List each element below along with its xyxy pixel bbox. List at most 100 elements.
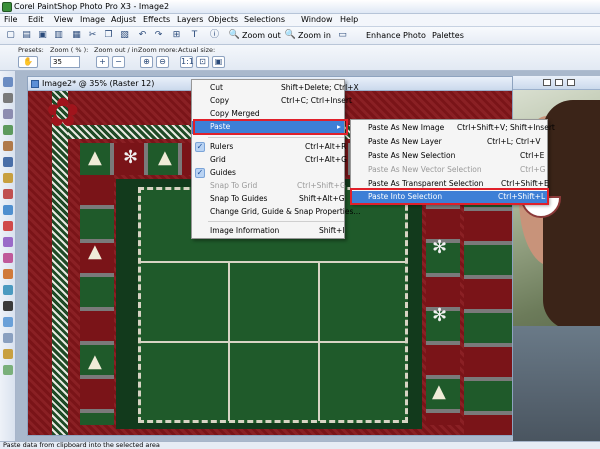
clone-tool-icon[interactable] — [3, 205, 13, 215]
zoom-in-small-icon[interactable]: + — [96, 56, 109, 68]
tools-toolbar — [0, 71, 16, 441]
status-text: Paste data from clipboard into the selec… — [3, 441, 160, 449]
makeover-tool-icon[interactable] — [3, 189, 13, 199]
pan-tool-icon[interactable] — [3, 77, 13, 87]
maximize-icon[interactable] — [555, 79, 563, 86]
panel-divider-v1 — [228, 261, 230, 421]
menu-window[interactable]: Window — [301, 15, 333, 24]
standard-toolbar: ▢ ▤ ▣ ▥ ▦ ✂ ❐ ▧ ↶ ↷ ⊞ T ⓘ 🔍 Zoom out 🔍 Z… — [0, 27, 600, 45]
ribbon-bow-icon: ✿ — [46, 91, 80, 136]
zoom-out-icon[interactable]: 🔍 — [228, 29, 241, 42]
zoom-percent-label: Zoom ( % ): — [50, 46, 89, 54]
left-tile-column — [80, 175, 114, 425]
shape-tool-icon[interactable] — [3, 317, 13, 327]
selection-tool-icon[interactable] — [3, 109, 13, 119]
actual-size-button[interactable]: 1:1 — [180, 56, 194, 68]
print-icon[interactable]: ▦ — [70, 29, 83, 42]
tool-options-bar: Presets: ✋ Zoom ( % ): 35 Zoom out / in:… — [0, 45, 600, 71]
lighten-darken-tool-icon[interactable] — [3, 237, 13, 247]
copy-icon[interactable]: ❐ — [102, 29, 115, 42]
status-bar: Paste data from clipboard into the selec… — [0, 441, 600, 449]
menu-item-rulers[interactable]: ✓ Rulers Ctrl+Alt+R — [192, 141, 346, 154]
submenu-item-paste-as-new-layer[interactable]: Paste As New Layer Ctrl+L; Ctrl+V — [351, 136, 547, 149]
menu-item-copy[interactable]: Copy Ctrl+C; Ctrl+Insert — [192, 95, 352, 108]
crop-tool-icon[interactable] — [3, 141, 13, 151]
presets-dropdown[interactable]: ✋ — [18, 56, 38, 68]
zoom-more-in-icon[interactable]: ⊕ — [140, 56, 153, 68]
panel-divider-h1 — [140, 261, 406, 263]
zoom-out-label[interactable]: Zoom out — [242, 31, 281, 40]
menu-image[interactable]: Image — [80, 15, 105, 24]
flood-fill-tool-icon[interactable] — [3, 285, 13, 295]
zoom-out-small-icon[interactable]: − — [112, 56, 125, 68]
zoom-inout-label: Zoom out / in: — [94, 46, 140, 54]
photo-scarf — [513, 326, 600, 441]
submenu-item-paste-as-new-image[interactable]: Paste As New Image Ctrl+Shift+V; Shift+I… — [351, 122, 555, 135]
document-icon — [31, 80, 39, 88]
menu-layers[interactable]: Layers — [177, 15, 203, 24]
menu-item-snap-to-guides[interactable]: Snap To Guides Shift+Alt+G — [192, 193, 345, 206]
minimize-icon[interactable] — [543, 79, 551, 86]
undo-icon[interactable]: ↶ — [136, 29, 149, 42]
tree-icon: ▲ — [432, 381, 446, 402]
tree-icon: ▲ — [88, 351, 102, 372]
redo-icon[interactable]: ↷ — [152, 29, 165, 42]
snowflake-icon: ✻ — [432, 305, 448, 326]
save-icon[interactable]: ▣ — [36, 29, 49, 42]
pick-tool-icon[interactable] — [3, 93, 13, 103]
submenu-item-paste-as-new-vector-selection: Paste As New Vector Selection Ctrl+G — [368, 165, 546, 174]
eraser-tool-icon[interactable] — [3, 253, 13, 263]
menu-item-cut[interactable]: Cut Shift+Delete; Ctrl+X — [192, 82, 359, 95]
context-menu: Cut Shift+Delete; Ctrl+X Copy Ctrl+C; Ct… — [191, 79, 361, 239]
art-media-tool-icon[interactable] — [3, 365, 13, 375]
enhance-photo-button[interactable]: Enhance Photo — [366, 31, 426, 40]
new-icon[interactable]: ▢ — [4, 29, 17, 42]
dropper-tool-icon[interactable] — [3, 125, 13, 135]
paste-into-selection-callout-box — [350, 188, 549, 205]
picture-tube-tool-icon[interactable] — [3, 269, 13, 279]
menu-view[interactable]: View — [54, 15, 73, 24]
red-eye-tool-icon[interactable] — [3, 173, 13, 183]
title-bar: Corel PaintShop Photo Pro X3 - Image2 — [0, 0, 600, 14]
text-icon[interactable]: T — [188, 29, 201, 42]
zoom-in-label[interactable]: Zoom in — [298, 31, 331, 40]
menu-file[interactable]: File — [4, 15, 17, 24]
brush-tool-icon[interactable] — [3, 221, 13, 231]
text-tool-icon[interactable] — [3, 301, 13, 311]
tree-icon: ▲ — [158, 147, 172, 168]
menu-selections[interactable]: Selections — [244, 15, 285, 24]
tree-icon: ▲ — [88, 241, 102, 262]
crop-icon[interactable]: ⊞ — [170, 29, 183, 42]
open-icon[interactable]: ▤ — [20, 29, 33, 42]
second-image-titlebar — [513, 76, 600, 90]
scan-icon[interactable]: ▥ — [52, 29, 65, 42]
straighten-tool-icon[interactable] — [3, 157, 13, 167]
zoom-more-out-icon[interactable]: ⊖ — [156, 56, 169, 68]
panel-divider-v2 — [318, 261, 320, 421]
fit-window-icon[interactable]: ⊡ — [196, 56, 209, 68]
menu-help[interactable]: Help — [340, 15, 358, 24]
menu-effects[interactable]: Effects — [143, 15, 170, 24]
cut-icon[interactable]: ✂ — [86, 29, 99, 42]
window-icon[interactable]: ▭ — [336, 29, 349, 42]
checkmark-icon: ✓ — [195, 142, 205, 152]
warp-tool-icon[interactable] — [3, 349, 13, 359]
menu-item-change-grid-properties[interactable]: Change Grid, Guide & Snap Properties... — [192, 206, 361, 219]
menu-item-grid[interactable]: Grid Ctrl+Alt+G — [192, 154, 347, 167]
zoom-more-label: Zoom more: — [138, 46, 178, 54]
palettes-button[interactable]: Palettes — [432, 31, 464, 40]
zoom-in-icon[interactable]: 🔍 — [284, 29, 297, 42]
app-icon — [2, 2, 12, 12]
menu-item-guides[interactable]: ✓ Guides — [192, 167, 344, 180]
info-icon[interactable]: ⓘ — [208, 29, 221, 42]
pen-tool-icon[interactable] — [3, 333, 13, 343]
zoom-percent-input[interactable]: 35 — [50, 56, 80, 68]
fit-screen-icon[interactable]: ▣ — [212, 56, 225, 68]
close-icon[interactable] — [567, 79, 575, 86]
paste-icon[interactable]: ▧ — [118, 29, 131, 42]
menu-adjust[interactable]: Adjust — [111, 15, 136, 24]
menu-objects[interactable]: Objects — [208, 15, 238, 24]
submenu-item-paste-as-new-selection[interactable]: Paste As New Selection Ctrl+E — [351, 150, 547, 163]
menu-item-image-information[interactable]: Image Information Shift+I — [192, 225, 345, 238]
menu-edit[interactable]: Edit — [28, 15, 44, 24]
